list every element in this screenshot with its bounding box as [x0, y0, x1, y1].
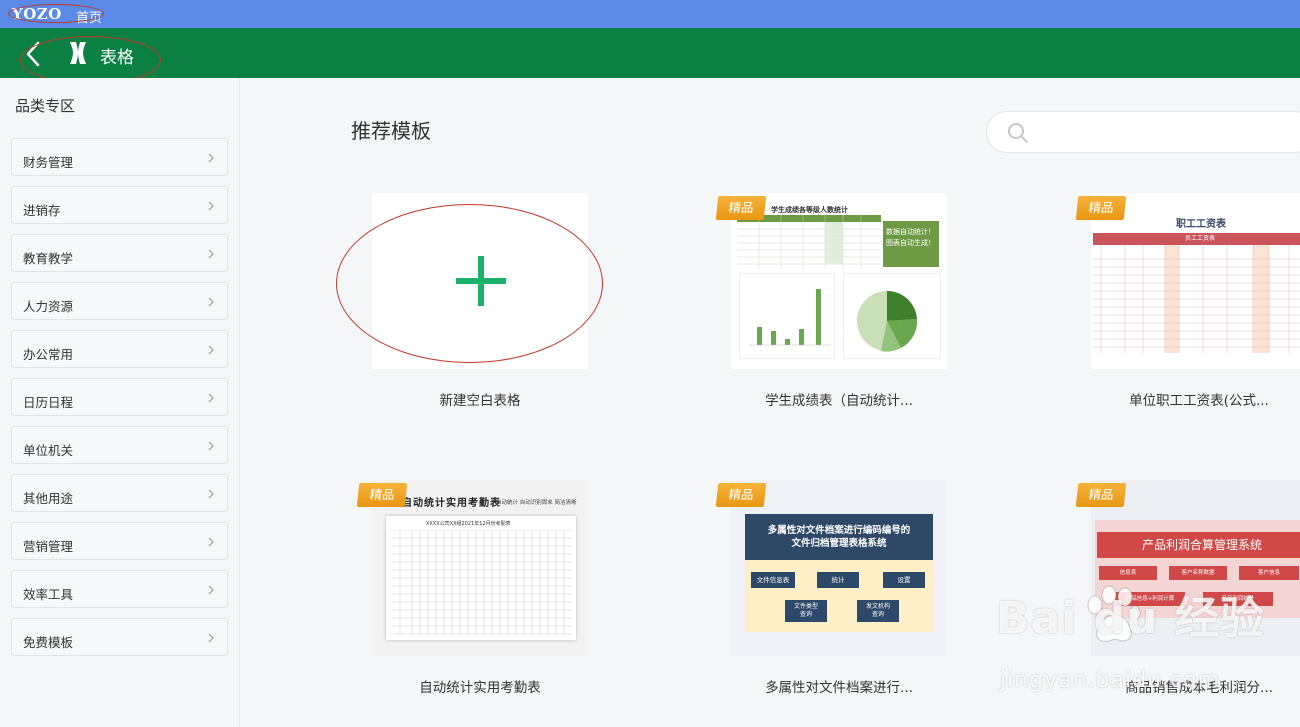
- note-line: 图表自动生成！: [886, 239, 935, 247]
- plus-icon: [456, 256, 506, 306]
- watermark-url: jingyan.baidu.com: [1000, 668, 1221, 693]
- annotation-oval-logo: [8, 4, 104, 23]
- chevron-right-icon: [208, 441, 214, 451]
- category-label: 效率工具: [23, 587, 74, 602]
- category-item-other[interactable]: 其他用途: [11, 474, 228, 512]
- grades-table: [737, 215, 881, 269]
- category-item-hr[interactable]: 人力资源: [11, 282, 228, 320]
- category-item-marketing[interactable]: 营销管理: [11, 522, 228, 560]
- sidebar-heading: 品类专区: [15, 97, 76, 115]
- category-item-education[interactable]: 教育教学: [11, 234, 228, 272]
- grades-pie-chart: [843, 273, 941, 359]
- template-card-archive[interactable]: 多属性对文件档案进行编码编号的文件归档管理表格系统 文件信息表 统计 设置 文件…: [715, 480, 947, 656]
- category-item-finance[interactable]: 财务管理: [11, 138, 228, 176]
- profit-title: 产品利润合算管理系统: [1097, 532, 1300, 558]
- archive-title: 多属性对文件档案进行编码编号的文件归档管理表格系统: [745, 514, 933, 560]
- annotation-oval-title: [20, 36, 161, 84]
- card-thumbnail: 自动统计实用考勤表 自动统计 自动识别周末 简洁清晰 XXXX公司XX组2021…: [372, 480, 588, 656]
- premium-badge: 精品: [1075, 196, 1127, 220]
- category-item-calendar[interactable]: 日历日程: [11, 378, 228, 416]
- note-line: 数据自动统计！: [886, 228, 935, 236]
- profit-btn: 客户信息: [1239, 566, 1299, 580]
- thumb-meta: 自动统计 自动识别周末 简洁清晰: [496, 500, 577, 506]
- grades-note: 数据自动统计！ 图表自动生成！: [883, 221, 939, 267]
- thumb-title: 自动统计实用考勤表: [402, 498, 501, 509]
- premium-badge: 精品: [715, 196, 767, 220]
- title-bar: 表格: [0, 28, 1300, 78]
- category-item-inventory[interactable]: 进销存: [11, 186, 228, 224]
- thumb-title: 学生成绩各等级人数统计: [771, 206, 848, 214]
- card-thumbnail: [372, 193, 588, 369]
- archive-panel: 多属性对文件档案进行编码编号的文件归档管理表格系统 文件信息表 统计 设置 文件…: [745, 514, 933, 632]
- chevron-right-icon: [208, 201, 214, 211]
- new-blank-sheet-card[interactable]: [372, 193, 588, 369]
- template-card-attendance[interactable]: 自动统计实用考勤表 自动统计 自动识别周末 简洁清晰 XXXX公司XX组2021…: [356, 480, 588, 656]
- watermark-brand: Bai du 经验: [996, 593, 1265, 644]
- chevron-right-icon: [208, 489, 214, 499]
- category-label: 日历日程: [23, 395, 74, 410]
- card-thumbnail: 学生成绩各等级人数统计 数据自动统计！ 图表自动生成！: [731, 193, 947, 369]
- category-item-free[interactable]: 免费模板: [11, 618, 228, 656]
- category-item-institution[interactable]: 单位机关: [11, 426, 228, 464]
- category-label: 财务管理: [23, 155, 74, 170]
- category-label: 教育教学: [23, 251, 74, 266]
- category-item-tools[interactable]: 效率工具: [11, 570, 228, 608]
- category-label: 营销管理: [23, 539, 74, 554]
- chevron-right-icon: [208, 537, 214, 547]
- thumb-subtitle: 员工工资表: [1093, 233, 1300, 245]
- archive-btn: 发文机构查询: [857, 600, 899, 622]
- archive-btn: 文件类型查询: [785, 600, 827, 622]
- payroll-table: [1093, 245, 1300, 353]
- chevron-right-icon: [208, 249, 214, 259]
- profit-btn: 客户名称数据: [1169, 566, 1227, 580]
- category-label: 进销存: [23, 203, 61, 218]
- category-label: 其他用途: [23, 491, 74, 506]
- search-input[interactable]: [986, 111, 1300, 153]
- premium-badge: 精品: [715, 483, 767, 507]
- category-label: 人力资源: [23, 299, 74, 314]
- chevron-right-icon: [208, 633, 214, 643]
- chevron-right-icon: [208, 297, 214, 307]
- profit-btn: 信息表: [1099, 566, 1157, 580]
- attendance-grid: [390, 530, 572, 635]
- category-label: 免费模板: [23, 635, 74, 650]
- top-bar: YOZO 首页: [0, 0, 1300, 28]
- thumb-title: 职工工资表: [1176, 219, 1226, 230]
- card-thumbnail: 多属性对文件档案进行编码编号的文件归档管理表格系统 文件信息表 统计 设置 文件…: [731, 480, 947, 656]
- premium-badge: 精品: [1075, 483, 1127, 507]
- archive-btn: 文件信息表: [751, 572, 795, 588]
- chevron-right-icon: [208, 585, 214, 595]
- template-card-payroll[interactable]: 职工工资表 员工工资表 精品: [1075, 193, 1300, 369]
- card-label: 多属性对文件档案进行...: [765, 680, 913, 696]
- premium-badge: 精品: [356, 483, 408, 507]
- archive-btn: 设置: [883, 572, 925, 588]
- chevron-right-icon: [208, 345, 214, 355]
- category-item-office[interactable]: 办公常用: [11, 330, 228, 368]
- sheet-subtitle: XXXX公司XX组2021年12月份考勤表: [426, 521, 511, 527]
- template-card-grades[interactable]: 学生成绩各等级人数统计 数据自动统计！ 图表自动生成！ 精品: [715, 193, 947, 369]
- search-icon: [1008, 123, 1028, 143]
- card-label: 单位职工工资表(公式...: [1129, 393, 1269, 409]
- card-label: 自动统计实用考勤表: [419, 680, 541, 696]
- card-label: 学生成绩表（自动统计...: [765, 393, 913, 409]
- grades-bar-chart: [739, 273, 835, 359]
- archive-btn: 统计: [817, 572, 859, 588]
- attendance-sheet: XXXX公司XX组2021年12月份考勤表: [386, 516, 576, 640]
- section-title: 推荐模板: [351, 119, 431, 143]
- chevron-right-icon: [208, 153, 214, 163]
- category-label: 办公常用: [23, 347, 74, 362]
- chevron-right-icon: [208, 393, 214, 403]
- category-sidebar: 品类专区 财务管理 进销存 教育教学 人力资源 办公常用 日历日程 单位机关 其…: [0, 78, 240, 727]
- card-label: 新建空白表格: [439, 393, 521, 409]
- category-label: 单位机关: [23, 443, 74, 458]
